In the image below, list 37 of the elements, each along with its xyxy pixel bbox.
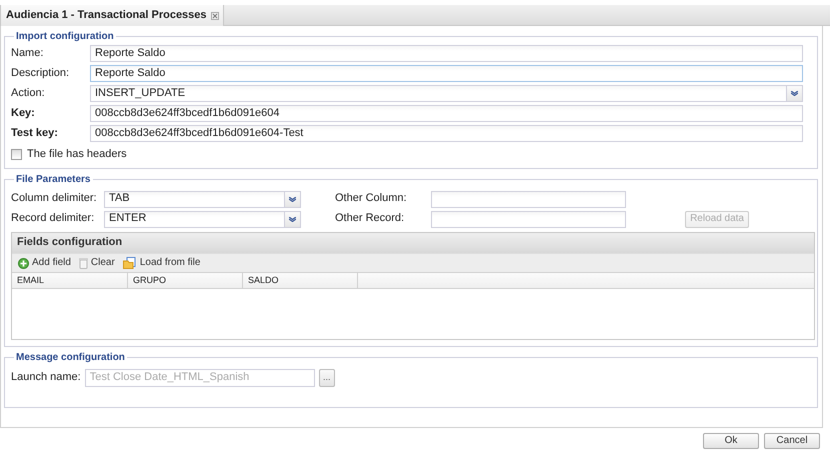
toolbar-button[interactable]: Clear	[76, 254, 117, 272]
close-icon[interactable]	[210, 12, 219, 20]
input-field[interactable]	[431, 190, 626, 208]
section-legend: Message configuration	[14, 351, 127, 364]
column-header[interactable]: SALDO	[243, 273, 358, 288]
toolbar-button[interactable]: Add field	[16, 254, 73, 272]
input-field[interactable]: Reporte Saldo	[90, 65, 803, 82]
bin-icon	[78, 258, 88, 268]
input-field[interactable]: 008ccb8d3e624ff3bcedf1b6d091e604	[90, 105, 803, 122]
dialog-button[interactable]: Ok	[703, 433, 759, 449]
dropdown-icon	[289, 216, 296, 222]
input-field[interactable]: 008ccb8d3e624ff3bcedf1b6d091e604-Test	[90, 125, 803, 142]
add-icon	[18, 258, 29, 268]
field-label: Launch name:	[11, 370, 81, 384]
input-field[interactable]: Reporte Saldo	[90, 45, 803, 62]
field-label: Other Column:	[335, 192, 408, 206]
field-label: Test key:	[11, 126, 59, 140]
field-label: Action:	[11, 86, 46, 100]
field-label: Column delimiter:	[11, 192, 98, 206]
toolbar-button[interactable]: Load from file	[120, 254, 202, 272]
dropdown-icon	[289, 196, 296, 202]
tab[interactable]: Audiencia 1 - Transactional Processes	[0, 5, 224, 26]
section-legend: Import configuration	[14, 30, 116, 43]
folder-icon	[122, 257, 137, 269]
dialog-button[interactable]: Cancel	[764, 433, 820, 449]
input-field[interactable]	[431, 210, 626, 228]
field-label: Other Record:	[335, 212, 406, 226]
field-label: Key:	[11, 106, 36, 120]
checkbox-label: The file has headers	[27, 148, 127, 162]
field-label: Record delimiter:	[11, 212, 96, 226]
dropdown-icon	[791, 91, 798, 96]
field-label: Name:	[11, 46, 44, 60]
field-label: Description:	[11, 66, 70, 80]
checkbox[interactable]	[11, 149, 22, 160]
column-header[interactable]: GRUPO	[128, 273, 243, 288]
column-header[interactable]: EMAIL	[12, 273, 128, 288]
panel-header: Fields configuration	[12, 233, 814, 253]
